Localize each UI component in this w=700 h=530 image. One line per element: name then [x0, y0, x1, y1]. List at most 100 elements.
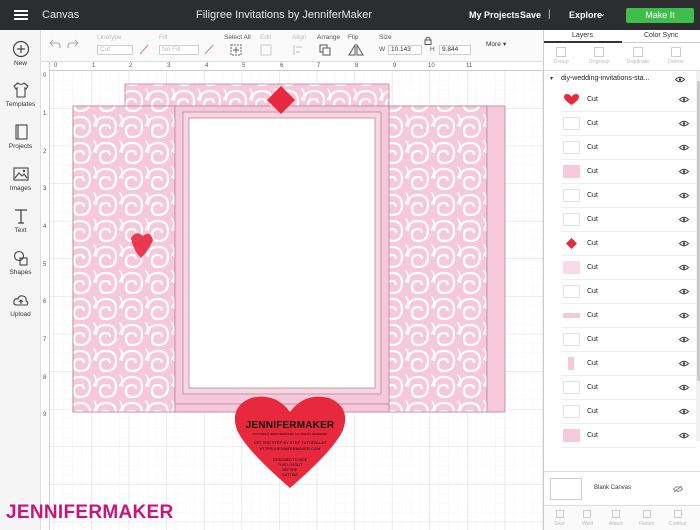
more-menu[interactable]: More	[486, 41, 501, 48]
caret-down-icon[interactable]: ▾	[550, 75, 553, 82]
linetype-select[interactable]: Cut	[97, 45, 133, 55]
flatten-button[interactable]: Flatten	[639, 521, 654, 527]
design-space-app: Canvas Filigree Invitations by JenniferM…	[0, 0, 700, 530]
attach-button[interactable]: Attach	[609, 521, 623, 527]
align-label: Align	[292, 34, 307, 41]
contour-button[interactable]: Contour	[669, 521, 687, 527]
group-icon[interactable]	[556, 47, 566, 57]
ungroup-button[interactable]: Ungroup	[584, 59, 614, 65]
delete-icon[interactable]	[671, 47, 681, 57]
layer-row[interactable]: Cut	[561, 376, 696, 400]
fill-color-icon[interactable]	[204, 44, 214, 55]
layer-row[interactable]: Cut	[561, 136, 696, 160]
layer-row[interactable]: Cut	[561, 184, 696, 208]
layer-row[interactable]: Cut	[561, 424, 696, 448]
eye-icon[interactable]	[679, 336, 689, 343]
sidebar-item-new[interactable]: New	[0, 40, 41, 67]
my-projects-link[interactable]: My Projects	[469, 10, 520, 20]
layer-label: Cut	[587, 408, 598, 415]
slice-button[interactable]: Slice	[554, 521, 565, 527]
layer-row[interactable]: Cut	[561, 328, 696, 352]
layer-row[interactable]: Cut	[561, 280, 696, 304]
layer-row[interactable]: Cut	[561, 232, 696, 256]
eye-icon[interactable]	[679, 264, 689, 271]
sidebar-item-upload[interactable]: Upload	[0, 291, 41, 318]
left-sidebar: New Templates Projects Images Text Shape…	[0, 30, 41, 530]
size-label: Size	[379, 34, 392, 41]
edit-icon[interactable]	[260, 44, 272, 56]
ungroup-icon[interactable]	[594, 47, 604, 57]
eye-icon[interactable]	[679, 192, 689, 199]
eye-hidden-icon[interactable]	[673, 485, 683, 493]
layers-scrollbar[interactable]	[696, 71, 700, 441]
sidebar-item-shapes[interactable]: Shapes	[0, 249, 41, 276]
eye-icon[interactable]	[679, 408, 689, 415]
flip-icon[interactable]	[348, 44, 364, 56]
duplicate-icon[interactable]	[633, 47, 643, 57]
pen-color-icon[interactable]	[139, 44, 149, 55]
attach-icon[interactable]	[612, 510, 620, 518]
height-input[interactable]: 9.844	[439, 45, 471, 55]
layer-label: Cut	[587, 336, 598, 343]
eye-icon[interactable]	[679, 216, 689, 223]
layer-row[interactable]: Cut	[561, 160, 696, 184]
delete-button[interactable]: Delete	[661, 59, 691, 65]
chevron-down-icon[interactable]: ⌄	[599, 9, 606, 18]
weld-button[interactable]: Weld	[582, 521, 593, 527]
layer-row[interactable]: Cut	[561, 400, 696, 424]
lock-icon[interactable]	[424, 36, 432, 45]
eye-icon[interactable]	[679, 432, 689, 439]
width-input[interactable]: 10.143	[388, 45, 422, 55]
eye-icon[interactable]	[679, 96, 689, 103]
layer-label: Cut	[587, 384, 598, 391]
heart-logo-url: HTTPS://JENNIFERMAKER.COM	[259, 446, 321, 451]
tab-color-sync[interactable]: Color Sync	[644, 32, 678, 39]
sidebar-item-label: Shapes	[9, 269, 32, 276]
arrange-icon[interactable]	[319, 44, 335, 56]
undo-icon[interactable]	[49, 39, 61, 49]
eye-icon[interactable]	[675, 76, 685, 83]
eye-icon[interactable]	[679, 240, 689, 247]
eye-icon[interactable]	[679, 168, 689, 175]
eye-icon[interactable]	[679, 360, 689, 367]
duplicate-button[interactable]: Duplicate	[623, 59, 653, 65]
tab-layers[interactable]: Layers	[572, 32, 593, 39]
slice-icon[interactable]	[556, 510, 564, 518]
redo-icon[interactable]	[67, 39, 79, 49]
flatten-icon[interactable]	[643, 510, 651, 518]
eye-icon[interactable]	[679, 120, 689, 127]
save-button[interactable]: Save	[520, 10, 541, 20]
weld-icon[interactable]	[583, 510, 591, 518]
align-icon[interactable]	[292, 44, 304, 56]
design-canvas[interactable]: 0 1 2 3 4 5 6 7 8 9 10 11 0 1 2 3 4 5 6 …	[41, 62, 543, 530]
edit-label: Edit	[260, 34, 272, 41]
heart-logo-copyright: COPYRIGHT JENNIFERMAKER. ALL RIGHTS RESE…	[252, 432, 328, 436]
blank-canvas-row[interactable]: Blank Canvas	[544, 471, 700, 505]
layer-row[interactable]: Cut	[561, 352, 696, 376]
layer-thumbnail	[563, 333, 580, 346]
layer-row[interactable]: Cut	[561, 88, 696, 112]
eye-icon[interactable]	[679, 144, 689, 151]
layer-label: Cut	[587, 216, 598, 223]
layer-row[interactable]: Cut	[561, 208, 696, 232]
fill-select[interactable]: No Fill	[159, 45, 199, 55]
eye-icon[interactable]	[679, 312, 689, 319]
layer-group[interactable]: ▾ diy-wedding-invitations-sta...	[544, 71, 696, 87]
sidebar-item-text[interactable]: Text	[0, 207, 41, 234]
sidebar-item-templates[interactable]: Templates	[0, 81, 41, 108]
group-button[interactable]: Group	[546, 59, 576, 65]
hamburger-menu-icon[interactable]	[14, 10, 28, 20]
eye-icon[interactable]	[679, 384, 689, 391]
layer-row[interactable]: Cut	[561, 112, 696, 136]
contour-icon[interactable]	[674, 510, 682, 518]
chevron-down-icon[interactable]: ▾	[503, 40, 506, 48]
explore-menu[interactable]: Explore	[569, 10, 602, 20]
layer-row[interactable]: Cut	[561, 256, 696, 280]
make-it-button[interactable]: Make It	[626, 8, 694, 23]
select-all-icon[interactable]	[230, 44, 242, 56]
sidebar-item-images[interactable]: Images	[0, 165, 41, 192]
sidebar-item-projects[interactable]: Projects	[0, 123, 41, 150]
eye-icon[interactable]	[679, 288, 689, 295]
height-label: H	[430, 46, 435, 53]
layer-row[interactable]: Cut	[561, 304, 696, 328]
